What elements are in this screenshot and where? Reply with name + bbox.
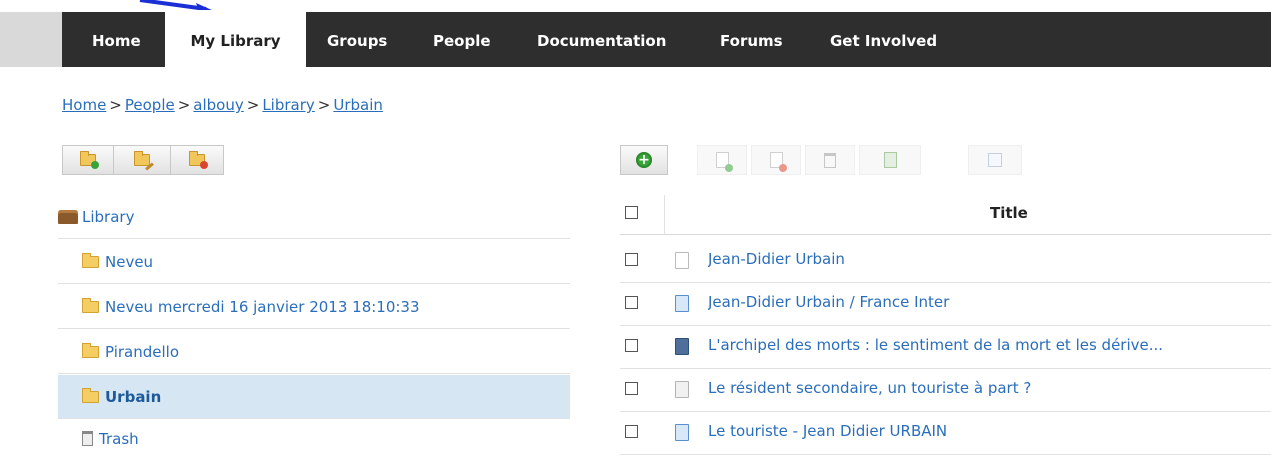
breadcrumb-user[interactable]: albouy: [193, 96, 243, 114]
tree-item-label: Trash: [99, 429, 139, 448]
table-row[interactable]: L'archipel des morts : le sentiment de l…: [620, 326, 1271, 369]
nav-tab-documentation[interactable]: Documentation: [537, 12, 666, 67]
breadcrumb-separator: >: [109, 96, 122, 114]
table-row[interactable]: Jean-Didier Urbain: [620, 240, 1271, 283]
breadcrumb-library[interactable]: Library: [262, 96, 314, 114]
column-divider: [664, 195, 665, 235]
nav-tab-home[interactable]: Home: [92, 12, 141, 67]
new-folder-button[interactable]: [62, 145, 114, 175]
item-title[interactable]: Le touriste - Jean Didier URBAIN: [708, 422, 1268, 440]
table-row[interactable]: Le résident secondaire, un touriste à pa…: [620, 369, 1271, 412]
tree-item-label: Neveu mercredi 16 janvier 2013 18:10:33: [105, 297, 420, 316]
edit-icon: [988, 153, 1002, 167]
breadcrumb-people[interactable]: People: [125, 96, 175, 114]
row-checkbox[interactable]: [625, 425, 638, 438]
tree-item-label: Neveu: [105, 252, 154, 271]
row-checkbox[interactable]: [625, 382, 638, 395]
restore-item-button[interactable]: [859, 145, 921, 175]
item-title[interactable]: Jean-Didier Urbain / France Inter: [708, 293, 1268, 311]
tree-item-label: Urbain: [105, 387, 162, 406]
edit-item-button[interactable]: [968, 145, 1022, 175]
add-to-collection-button[interactable]: [697, 145, 747, 175]
column-header-title[interactable]: Title: [990, 204, 1028, 222]
tree-item-folder[interactable]: Neveu mercredi 16 janvier 2013 18:10:33: [58, 285, 570, 329]
table-row[interactable]: Le touriste - Jean Didier URBAIN: [620, 412, 1271, 455]
tree-item-folder[interactable]: Pirandello: [58, 330, 570, 374]
add-to-collection-icon: [715, 152, 733, 172]
add-item-icon: +: [636, 152, 652, 168]
breadcrumb-current[interactable]: Urbain: [333, 96, 383, 114]
audio-document-icon: [675, 295, 689, 312]
item-title[interactable]: L'archipel des morts : le sentiment de l…: [708, 336, 1268, 354]
article-icon: [675, 381, 689, 398]
edit-folder-icon: [134, 151, 154, 171]
rename-folder-button[interactable]: [113, 145, 171, 175]
remove-from-collection-button[interactable]: [751, 145, 801, 175]
breadcrumb-home[interactable]: Home: [62, 96, 106, 114]
remove-from-collection-icon: [769, 152, 787, 172]
breadcrumb-separator: >: [317, 96, 331, 114]
breadcrumb-separator: >: [246, 96, 260, 114]
blank-document-icon: [675, 252, 689, 269]
nav-tab-get-involved[interactable]: Get Involved: [830, 12, 937, 67]
row-checkbox[interactable]: [625, 339, 638, 352]
nav-tab-groups[interactable]: Groups: [327, 12, 387, 67]
book-icon: [675, 338, 689, 355]
folder-icon: [82, 297, 99, 313]
select-all-checkbox[interactable]: [625, 206, 638, 219]
new-folder-icon: [80, 151, 99, 169]
delete-folder-icon: [189, 151, 208, 169]
delete-folder-button[interactable]: [170, 145, 224, 175]
tree-item-trash[interactable]: Trash: [58, 420, 570, 457]
item-title[interactable]: Jean-Didier Urbain: [708, 250, 1268, 268]
tree-item-folder[interactable]: Neveu: [58, 240, 570, 284]
trash-icon: [82, 431, 93, 446]
folder-icon: [82, 342, 99, 358]
tree-item-label: Pirandello: [105, 342, 180, 361]
nav-tab-people[interactable]: People: [433, 12, 491, 67]
table-row[interactable]: Jean-Didier Urbain / France Inter: [620, 283, 1271, 326]
library-icon: [58, 209, 78, 224]
trash-icon: [824, 152, 836, 168]
row-checkbox[interactable]: [625, 296, 638, 309]
tree-item-label: Library: [82, 207, 135, 226]
tree-item-library[interactable]: Library: [58, 195, 570, 239]
new-item-button[interactable]: +: [620, 145, 668, 175]
breadcrumb-separator: >: [177, 96, 191, 114]
nav-left-margin: [0, 12, 62, 67]
tree-item-folder-selected[interactable]: Urbain: [58, 375, 570, 419]
nav-tab-my-library[interactable]: My Library: [165, 10, 306, 67]
folder-icon: [82, 252, 99, 268]
folder-icon: [82, 387, 99, 403]
delete-item-button[interactable]: [805, 145, 855, 175]
table-header: [620, 195, 1271, 235]
item-title[interactable]: Le résident secondaire, un touriste à pa…: [708, 379, 1268, 397]
row-checkbox[interactable]: [625, 253, 638, 266]
breadcrumb: Home > People > albouy > Library > Urbain: [62, 96, 383, 114]
audio-document-icon: [675, 424, 689, 441]
nav-tab-forums[interactable]: Forums: [720, 12, 783, 67]
restore-icon: [883, 152, 897, 168]
